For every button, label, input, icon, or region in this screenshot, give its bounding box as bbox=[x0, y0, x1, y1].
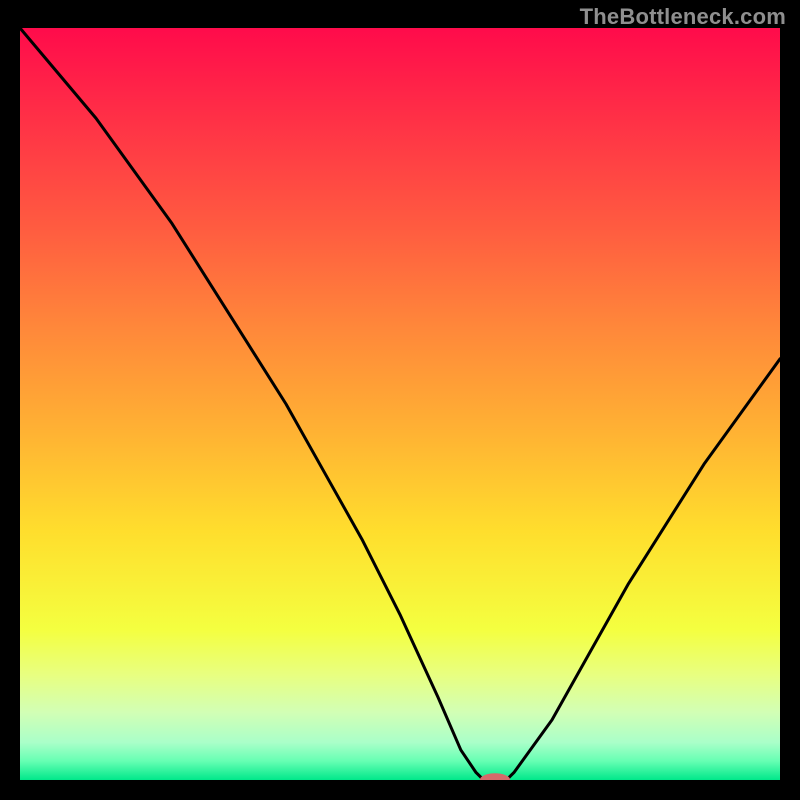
watermark-text: TheBottleneck.com bbox=[580, 4, 786, 30]
chart-frame: TheBottleneck.com bbox=[0, 0, 800, 800]
chart-svg bbox=[20, 28, 780, 780]
chart-background bbox=[20, 28, 780, 780]
chart-plot-area bbox=[20, 28, 780, 780]
